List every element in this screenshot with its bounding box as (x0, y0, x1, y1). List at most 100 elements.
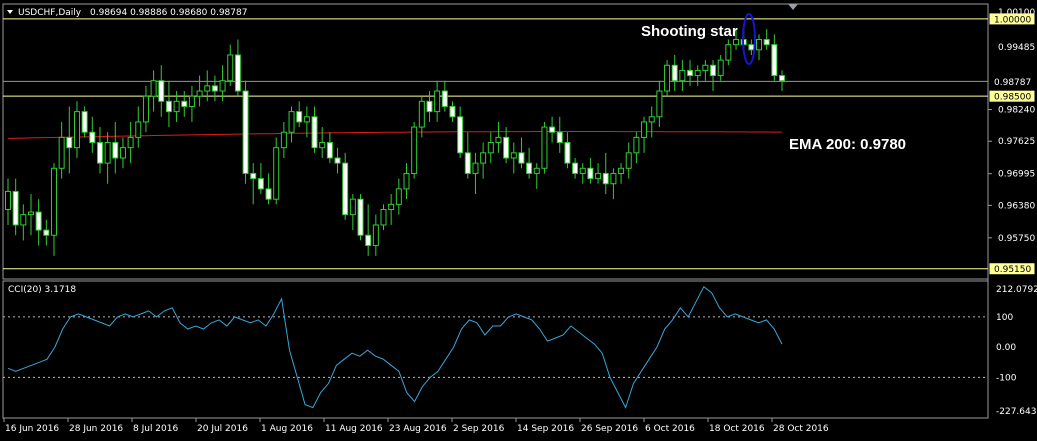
candle-body-35 (273, 147, 280, 200)
xtick-label-3: 20 Jul 2016 (197, 424, 248, 434)
candle-body-88 (679, 69, 686, 82)
candle-body-75 (579, 167, 586, 174)
candle-body-95 (733, 39, 740, 46)
candle-body-54 (418, 100, 425, 128)
candle-body-7 (58, 136, 65, 169)
candle-body-72 (556, 131, 563, 144)
candle-body-33 (257, 178, 264, 190)
candle-body-41 (319, 142, 326, 149)
candle-body-24 (188, 95, 195, 107)
candle-body-84 (648, 116, 655, 123)
candle-body-20 (158, 80, 165, 102)
chart-shift-marker-icon[interactable] (788, 4, 798, 10)
cci-axis-label-0: 212.0792 (996, 285, 1037, 295)
ema-annotation: EMA 200: 0.9780 (789, 136, 906, 153)
candle-body-92 (710, 64, 717, 77)
candle-body-21 (165, 100, 172, 113)
candle-body-77 (595, 172, 602, 180)
cci-label: CCI(20) 3.1718 (8, 285, 76, 295)
candle-body-71 (549, 126, 556, 133)
xtick-label-4: 1 Aug 2016 (261, 424, 313, 434)
candle-body-18 (142, 95, 149, 123)
candle-body-19 (150, 80, 157, 97)
xtick-label-8: 14 Sep 2016 (517, 424, 574, 434)
candle-body-37 (288, 111, 295, 133)
xtick-label-0: 16 Jun 2016 (5, 424, 59, 434)
candle-body-12 (96, 142, 103, 164)
xtick-label-9: 26 Sep 2016 (581, 424, 638, 434)
candles (5, 24, 785, 256)
candle-body-9 (73, 111, 80, 149)
symbol-dropdown-icon[interactable] (7, 10, 13, 14)
candle-body-89 (687, 69, 694, 77)
date-axis-labels: 16 Jun 2016 28 Jun 2016 8 Jul 2016 20 Jul 2… (3, 418, 829, 434)
ytick-label-4: 0.95750 (998, 234, 1035, 244)
xtick-label-5: 11 Aug 2016 (325, 424, 383, 434)
ohlc-header: 0.98694 0.98886 0.98680 0.98787 (90, 8, 247, 18)
ytick-label-0: 0.98240 (998, 106, 1035, 116)
shooting-star-annotation: Shooting star (641, 23, 738, 40)
candle-body-80 (618, 167, 625, 174)
ema-polyline (7, 131, 782, 139)
hline-label-2: 0.95150 (994, 265, 1031, 275)
candle-body-91 (702, 64, 709, 71)
cci-axis-label-2: 0.00 (996, 343, 1016, 353)
candle-body-30 (234, 54, 241, 92)
candle-body-67 (518, 152, 525, 164)
xtick-label-1: 28 Jun 2016 (69, 424, 123, 434)
ytick-label-3: 0.96380 (998, 201, 1035, 211)
xtick-label-2: 8 Jul 2016 (133, 424, 178, 434)
candle-body-16 (127, 136, 134, 149)
candle-body-85 (656, 90, 663, 118)
candle-body-50 (388, 203, 395, 210)
candle-body-93 (717, 59, 724, 77)
cci-axis-label-3: -100 (996, 373, 1017, 383)
shooting-star-ellipse (742, 13, 756, 65)
candle-body-43 (334, 157, 341, 164)
candle-body-22 (173, 100, 180, 113)
candle-body-47 (365, 234, 372, 247)
candle-body-36 (280, 131, 287, 149)
candle-body-4 (35, 211, 42, 231)
ema-200-line (7, 131, 782, 139)
candle-body-51 (395, 188, 402, 205)
price-axis-ticks: 0.98240 0.97625 0.96995 0.96380 0.95750 (988, 106, 1035, 244)
hline-label-0: 1.00000 (994, 15, 1031, 25)
candle-body-26 (204, 85, 211, 92)
candle-body-56 (434, 90, 441, 113)
xtick-label-12: 28 Oct 2016 (773, 424, 829, 434)
candle-body-40 (311, 116, 318, 149)
candle-body-58 (449, 105, 456, 118)
candle-body-83 (641, 121, 648, 138)
candle-body-3 (27, 211, 34, 216)
cci-panel-frame (2, 280, 989, 419)
chart-canvas: USDCHF,Daily 0.98694 0.98886 0.98680 0.9… (2, 3, 1037, 434)
candle-body-48 (372, 224, 379, 247)
cci-panel: 212.0792 100 0.00 -100 -227.6436 (3, 285, 1037, 417)
candle-body-27 (211, 85, 218, 92)
candle-body-68 (526, 162, 533, 174)
candle-body-82 (633, 136, 640, 154)
candle-body-14 (112, 142, 119, 159)
candle-body-73 (564, 142, 571, 164)
hline-label-3: 0.98787 (994, 78, 1031, 88)
candle-body-17 (135, 121, 142, 138)
candle-body-6 (50, 167, 57, 236)
candle-body-99 (763, 39, 770, 46)
candle-body-78 (602, 172, 609, 185)
candle-body-57 (441, 90, 448, 107)
candle-body-1 (12, 190, 19, 226)
hline-label-1: 0.98500 (994, 93, 1031, 103)
xtick-label-7: 2 Sep 2016 (453, 424, 505, 434)
candle-body-62 (480, 152, 487, 164)
candle-body-66 (510, 152, 517, 159)
candle-body-53 (411, 126, 418, 174)
candle-body-52 (403, 172, 410, 190)
candle-body-25 (196, 90, 203, 97)
symbol-header: USDCHF,Daily (18, 8, 82, 18)
candle-body-28 (219, 80, 226, 92)
candle-body-70 (541, 126, 548, 169)
xtick-label-11: 18 Oct 2016 (709, 424, 765, 434)
candle-body-44 (342, 162, 349, 216)
candle-body-101 (779, 75, 785, 82)
